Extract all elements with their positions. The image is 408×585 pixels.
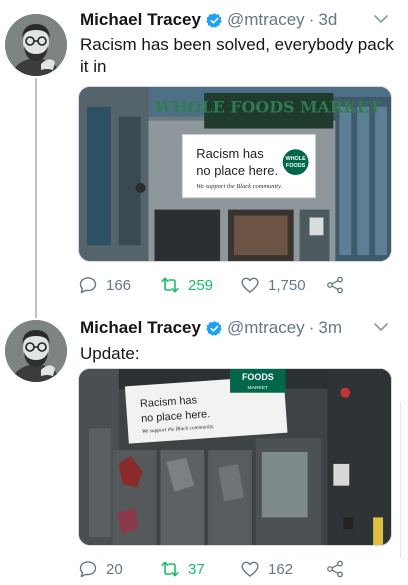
banner-line-3: We support the Black community. <box>196 183 282 190</box>
reply-count: 20 <box>106 560 123 578</box>
retweet-button[interactable]: 259 <box>160 275 213 295</box>
avatar[interactable] <box>5 320 67 382</box>
like-count: 1,750 <box>268 276 306 294</box>
share-icon <box>327 276 343 294</box>
banner-line-1: Racism has <box>196 146 263 161</box>
separator-dot: · <box>308 10 315 29</box>
retweet-icon <box>161 277 179 293</box>
reply-button[interactable]: 166 <box>78 275 131 295</box>
logo-top: WHOLE <box>285 156 306 162</box>
scrollbar[interactable] <box>400 400 408 560</box>
reply-count: 166 <box>106 276 132 294</box>
tweet-1[interactable]: Michael Tracey @mtracey · 3d Racism has … <box>0 0 408 310</box>
like-button[interactable]: 1,750 <box>240 275 306 295</box>
like-icon <box>241 561 259 577</box>
avatar[interactable] <box>5 14 67 76</box>
like-count: 162 <box>268 560 294 578</box>
tweet-actions: 20 37 162 <box>78 558 368 580</box>
tweet-2[interactable]: Michael Tracey @mtracey · 3m Update: Rac… <box>0 310 408 585</box>
share-button[interactable] <box>325 275 353 295</box>
tweet-photo[interactable]: Racism has no place here. We support the… <box>78 368 392 546</box>
author-name[interactable]: Michael Tracey <box>80 318 201 338</box>
author-name[interactable]: Michael Tracey <box>80 10 201 30</box>
verified-badge-icon <box>206 320 222 336</box>
retweet-icon <box>161 561 179 577</box>
author-handle[interactable]: @mtracey <box>227 10 305 30</box>
tweet-actions: 166 259 1,750 <box>78 274 368 296</box>
share-icon <box>327 560 343 578</box>
reply-button[interactable]: 20 <box>78 559 123 579</box>
timestamp[interactable]: 3d <box>318 10 337 30</box>
logo-top: FOODS <box>242 372 274 382</box>
retweet-button[interactable]: 37 <box>160 559 205 579</box>
like-icon <box>241 277 259 293</box>
author-handle[interactable]: @mtracey <box>227 318 305 338</box>
timestamp[interactable]: 3m <box>318 318 342 338</box>
tweet-header: Michael Tracey @mtracey · 3m <box>80 316 398 340</box>
like-button[interactable]: 162 <box>240 559 293 579</box>
share-button[interactable] <box>325 559 353 579</box>
reply-icon <box>79 277 97 294</box>
tweet-text: Update: <box>80 344 140 363</box>
verified-badge-icon <box>206 12 222 28</box>
logo-bottom: FOODS <box>286 163 306 169</box>
caret-down-icon[interactable] <box>372 12 390 26</box>
reply-icon <box>79 561 97 578</box>
retweet-count: 37 <box>188 560 205 578</box>
separator-dot: · <box>308 318 315 337</box>
caret-down-icon[interactable] <box>372 320 390 334</box>
banner-line-2: no place here. <box>196 163 278 178</box>
tweet-photo[interactable]: WHOLE FOODS MARKET Racism has no place h… <box>78 86 392 262</box>
logo-bottom: MARKET <box>248 385 269 391</box>
retweet-count: 259 <box>188 276 214 294</box>
tweet-header: Michael Tracey @mtracey · 3d <box>80 8 398 32</box>
tweet-text: Racism has been solved, everybody pack i… <box>80 35 394 76</box>
store-sign: WHOLE FOODS MARKET <box>154 98 381 117</box>
